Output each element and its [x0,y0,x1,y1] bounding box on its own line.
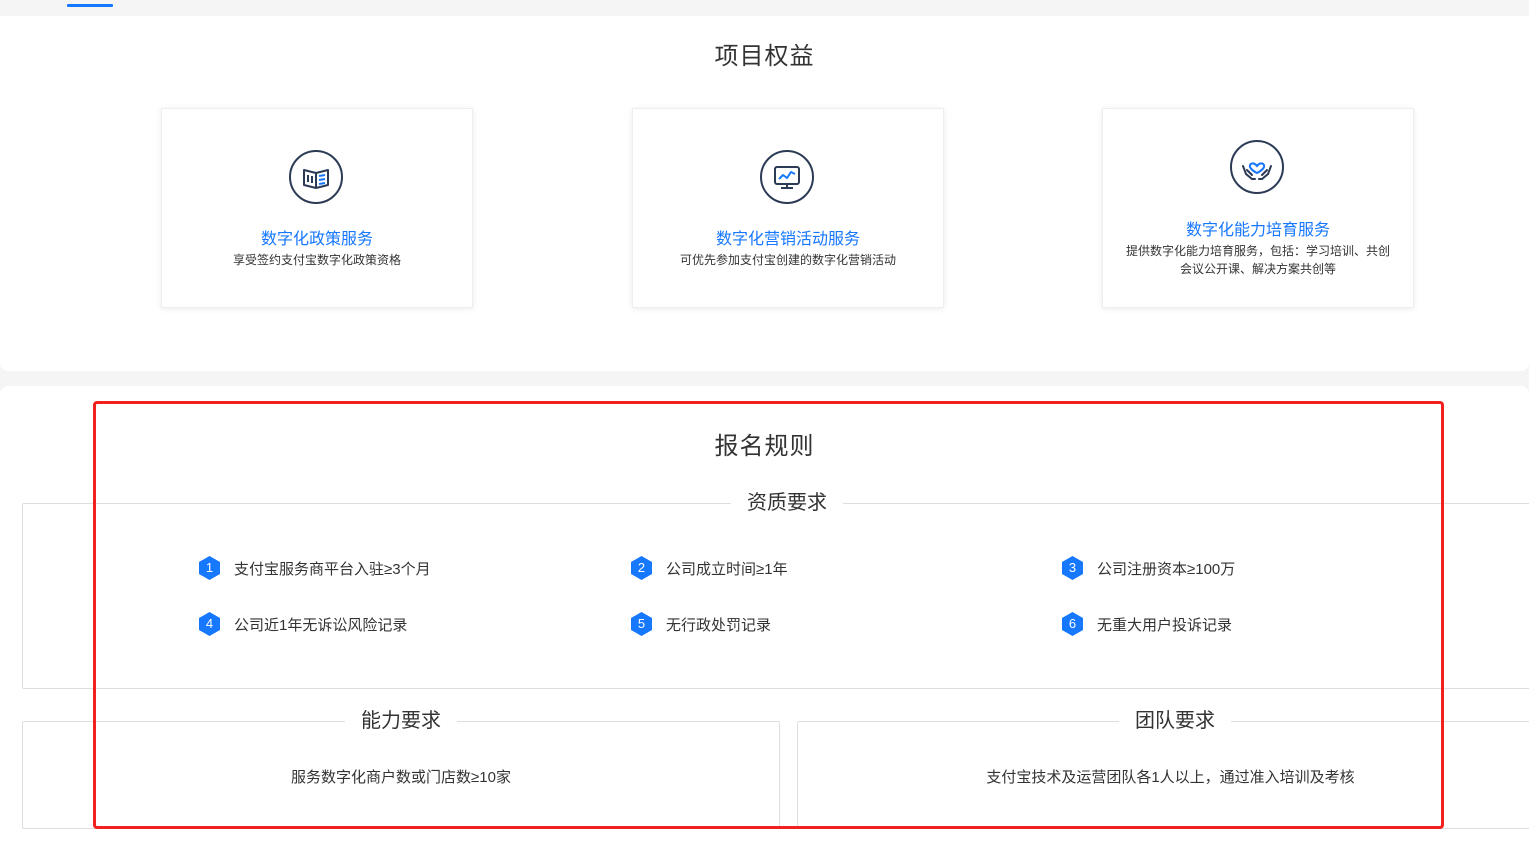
requirement-item: 1 支付宝服务商平台入驻≥3个月 [199,556,431,580]
benefit-card-policy: 数字化政策服务 享受签约支付宝数字化政策资格 [161,108,473,308]
benefit-desc: 提供数字化能力培育服务，包括：学习培训、共创会议公开课、解决方案共创等 [1125,244,1390,276]
requirement-text: 无行政处罚记录 [666,616,772,634]
policy-book-icon [289,150,343,204]
ability-section: 能力要求 服务数字化商户数或门店数≥10家 [22,709,780,829]
rules-title: 报名规则 [714,433,815,460]
number-badge: 6 [1062,612,1083,636]
active-tab-indicator [67,4,113,7]
benefits-panel: 项目权益 数字化政策服务 享受签约支付宝数字化政策资格 数字化营销活动服务 可优… [0,16,1529,371]
marketing-monitor-icon [760,150,814,204]
requirement-item: 3 公司注册资本≥100万 [1062,556,1235,580]
requirement-text: 公司注册资本≥100万 [1097,560,1236,578]
benefit-card-marketing: 数字化营销活动服务 可优先参加支付宝创建的数字化营销活动 [632,108,944,308]
number-badge: 1 [199,556,220,580]
ability-legend: 能力要求 [345,709,457,733]
qualification-section: 资质要求 1 支付宝服务商平台入驻≥3个月 2 公司成立时间≥1年 3 公司注册… [22,491,1529,689]
rules-panel: 报名规则 资质要求 1 支付宝服务商平台入驻≥3个月 2 公司成立时间≥1年 3… [0,386,1529,849]
benefit-card-training: 数字化能力培育服务 提供数字化能力培育服务，包括：学习培训、共创会议公开课、解决… [1102,108,1414,308]
requirement-text: 公司近1年无诉讼风险记录 [234,616,408,634]
requirement-item: 5 无行政处罚记录 [631,612,771,636]
team-legend: 团队要求 [1119,709,1231,733]
number-badge: 2 [631,556,652,580]
number-badge: 4 [199,612,220,636]
benefit-name: 数字化能力培育服务 [1185,222,1330,239]
benefit-desc: 享受签约支付宝数字化政策资格 [232,253,401,267]
qualification-legend: 资质要求 [731,491,843,515]
benefit-desc: 可优先参加支付宝创建的数字化营销活动 [679,253,896,267]
requirement-text: 公司成立时间≥1年 [666,560,788,578]
requirement-item: 4 公司近1年无诉讼风险记录 [199,612,407,636]
requirement-text: 支付宝服务商平台入驻≥3个月 [234,560,431,578]
benefit-name: 数字化营销活动服务 [715,231,860,248]
number-badge: 5 [631,612,652,636]
number-badge: 3 [1062,556,1083,580]
requirement-text: 无重大用户投诉记录 [1097,616,1233,634]
benefits-title: 项目权益 [714,43,815,70]
requirement-item: 2 公司成立时间≥1年 [631,556,788,580]
benefit-name: 数字化政策服务 [260,231,373,248]
care-hands-heart-icon [1230,140,1284,194]
team-text: 支付宝技术及运营团队各1人以上，通过准入培训及考核 [986,769,1355,786]
ability-text: 服务数字化商户数或门店数≥10家 [291,769,511,786]
team-section: 团队要求 支付宝技术及运营团队各1人以上，通过准入培训及考核 [797,709,1529,829]
requirement-item: 6 无重大用户投诉记录 [1062,612,1232,636]
